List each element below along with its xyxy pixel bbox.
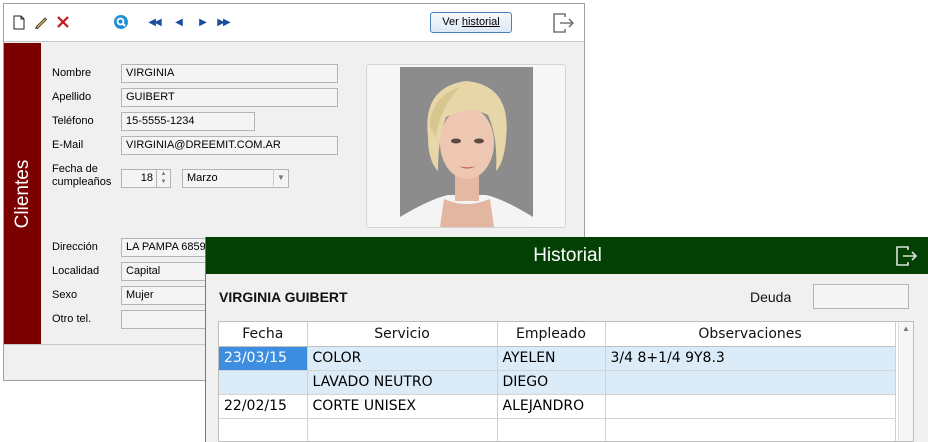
email-label: E-Mail xyxy=(52,139,84,151)
first-record-icon[interactable]: ◀◀ xyxy=(145,13,163,31)
photo-frame xyxy=(366,64,566,228)
cell-fecha[interactable]: 23/03/15 xyxy=(219,346,308,371)
next-record-icon[interactable]: ▶ xyxy=(193,13,211,31)
table-row[interactable]: 22/02/15 CORTE UNISEX ALEJANDRO xyxy=(219,394,896,419)
ver-historial-prefix: Ver xyxy=(442,16,462,28)
dia-field[interactable]: 18 xyxy=(121,169,157,188)
cell-servicio[interactable]: COLOR xyxy=(307,346,498,371)
ver-historial-button[interactable]: Ver historial xyxy=(430,12,512,33)
historial-table: Fecha Servicio Empleado Observaciones 23… xyxy=(218,321,914,442)
cell-observaciones[interactable] xyxy=(605,394,896,419)
cell-empleado[interactable]: AYELEN xyxy=(497,346,606,371)
ver-historial-underlined: historial xyxy=(461,16,500,28)
dia-spinner[interactable]: ▲ ▼ xyxy=(156,169,171,188)
spin-up-icon[interactable]: ▲ xyxy=(157,170,170,178)
fecha-label-line2: cumpleaños xyxy=(52,176,112,188)
historial-window: Historial VIRGINIA GUIBERT Deuda Fecha S… xyxy=(205,237,928,442)
edit-pencil-icon[interactable] xyxy=(32,13,50,31)
table-row[interactable] xyxy=(219,418,896,441)
clientes-sidebar: Clientes xyxy=(4,43,41,344)
historial-title: Historial xyxy=(533,245,602,266)
cell-observaciones[interactable] xyxy=(605,370,896,395)
client-name: VIRGINIA GUIBERT xyxy=(219,289,348,305)
last-record-icon[interactable]: ▶▶ xyxy=(214,13,232,31)
chevron-down-icon[interactable]: ▼ xyxy=(273,169,288,186)
email-field[interactable]: VIRGINIA@DREEMIT.COM.AR xyxy=(121,136,338,155)
scroll-up-icon[interactable]: ▲ xyxy=(899,322,913,336)
search-icon[interactable] xyxy=(112,13,130,31)
cell-empleado[interactable]: ALEJANDRO xyxy=(497,394,606,419)
clientes-title: Clientes xyxy=(11,159,33,228)
table-row[interactable]: 23/03/15 COLOR AYELEN 3/4 8+1/4 9Y8.3 xyxy=(219,346,896,371)
new-document-icon[interactable] xyxy=(10,13,28,31)
fecha-label-line1: Fecha de xyxy=(52,163,98,175)
cell-servicio[interactable]: LAVADO NEUTRO xyxy=(307,370,498,395)
cell-fecha[interactable] xyxy=(219,370,308,395)
historial-exit-icon[interactable] xyxy=(895,245,919,267)
nombre-label: Nombre xyxy=(52,67,92,79)
column-header-observaciones[interactable]: Observaciones xyxy=(605,322,896,347)
column-header-empleado[interactable]: Empleado xyxy=(497,322,606,347)
nombre-field[interactable]: VIRGINIA xyxy=(121,64,338,83)
telefono-field[interactable]: 15-5555-1234 xyxy=(121,112,255,131)
cell-observaciones[interactable]: 3/4 8+1/4 9Y8.3 xyxy=(605,346,896,371)
fecha-cumpleanos-label: Fecha de cumpleaños xyxy=(52,163,111,189)
otro-tel-label: Otro tel. xyxy=(52,313,92,325)
deuda-field[interactable] xyxy=(813,284,909,309)
apellido-field[interactable]: GUIBERT xyxy=(121,88,338,107)
toolbar: ◀◀ ◀ ▶ ▶▶ Ver historial xyxy=(4,4,584,42)
delete-x-icon[interactable] xyxy=(54,13,72,31)
cell-observaciones[interactable] xyxy=(605,418,896,441)
column-header-fecha[interactable]: Fecha xyxy=(219,322,308,347)
sexo-label: Sexo xyxy=(52,289,78,301)
direccion-label: Dirección xyxy=(52,241,98,253)
apellido-label: Apellido xyxy=(52,91,92,103)
exit-icon[interactable] xyxy=(552,12,576,34)
cell-empleado[interactable] xyxy=(497,418,606,441)
client-photo xyxy=(400,67,533,227)
spin-down-icon[interactable]: ▼ xyxy=(157,178,170,186)
telefono-label: Teléfono xyxy=(52,115,94,127)
table-row[interactable]: LAVADO NEUTRO DIEGO xyxy=(219,370,896,395)
previous-record-icon[interactable]: ◀ xyxy=(169,13,187,31)
table-header-row: Fecha Servicio Empleado Observaciones xyxy=(219,322,896,347)
cell-fecha[interactable]: 22/02/15 xyxy=(219,394,308,419)
cell-servicio[interactable] xyxy=(307,418,498,441)
localidad-label: Localidad xyxy=(52,265,100,277)
cell-servicio[interactable]: CORTE UNISEX xyxy=(307,394,498,419)
vertical-scrollbar[interactable]: ▲ xyxy=(898,322,913,441)
deuda-label: Deuda xyxy=(750,289,792,305)
column-header-servicio[interactable]: Servicio xyxy=(307,322,498,347)
cell-fecha[interactable] xyxy=(219,418,308,441)
cell-empleado[interactable]: DIEGO xyxy=(497,370,606,395)
